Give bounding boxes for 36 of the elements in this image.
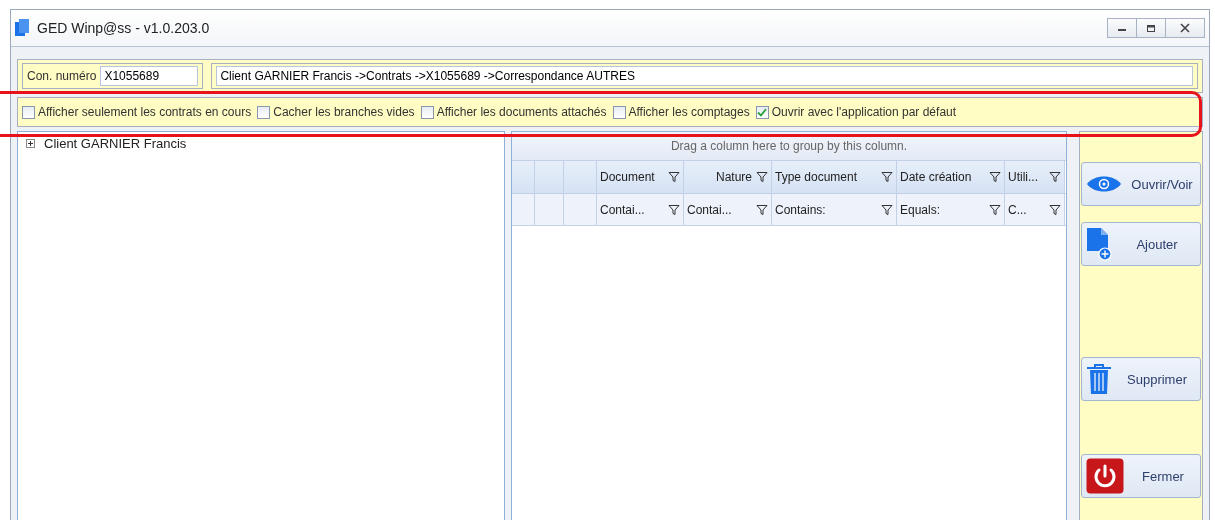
power-icon <box>1086 458 1124 494</box>
trash-icon <box>1086 363 1112 395</box>
filter-icon[interactable] <box>1049 171 1061 183</box>
option-checkbox[interactable]: Afficher les comptages <box>612 105 750 119</box>
column-header[interactable]: Nature <box>715 170 752 184</box>
filter-icon[interactable] <box>668 171 680 183</box>
filter-icon[interactable] <box>989 171 1001 183</box>
option-checkbox[interactable]: Cacher les branches vides <box>257 105 415 119</box>
filter-icon[interactable] <box>668 203 680 216</box>
eye-icon <box>1086 174 1122 194</box>
option-checkbox[interactable]: Afficher les documents attachés <box>420 105 607 119</box>
contract-field[interactable]: X1055689 <box>100 66 199 86</box>
minimize-button[interactable] <box>1107 18 1137 38</box>
add-button[interactable]: Ajouter <box>1081 222 1201 266</box>
file-add-icon <box>1086 227 1112 261</box>
filter-icon[interactable] <box>756 171 768 183</box>
breadcrumb-field[interactable]: Client GARNIER Francis ->Contrats ->X1055689 ->Correspondance AUTRES <box>216 66 1193 86</box>
delete-button[interactable]: Supprimer <box>1081 357 1201 401</box>
view-button[interactable]: Ouvrir/Voir <box>1081 162 1201 206</box>
option-checkbox[interactable]: Afficher seulement les contrats en cours <box>22 105 252 119</box>
filter-icon[interactable] <box>881 171 893 183</box>
filter-icon[interactable] <box>989 203 1001 216</box>
restore-button[interactable] <box>1136 18 1166 38</box>
option-checkbox[interactable]: Ouvrir avec l'application par défaut <box>755 105 957 119</box>
expand-icon[interactable] <box>26 139 35 148</box>
filter-icon[interactable] <box>881 203 893 216</box>
check-icon <box>757 107 768 117</box>
window-title: GED Winp@ss - v1.0.203.0 <box>37 20 210 36</box>
close-button[interactable]: Fermer <box>1081 454 1201 498</box>
filter-icon[interactable] <box>756 203 768 216</box>
restore-icon <box>1146 23 1156 33</box>
close-icon <box>1179 23 1191 33</box>
tree-item[interactable]: Client GARNIER Francis <box>44 136 187 151</box>
documents-icon <box>15 19 29 37</box>
filter-icon[interactable] <box>1049 203 1061 216</box>
contract-label: Con. numéro <box>27 69 97 83</box>
